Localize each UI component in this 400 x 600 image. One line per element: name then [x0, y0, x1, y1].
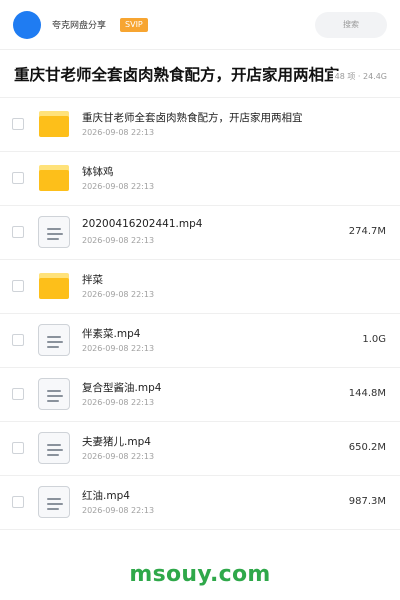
file-name[interactable]: 复合型酱油.mp4 — [82, 380, 161, 395]
select-checkbox[interactable] — [12, 226, 24, 238]
file-size: 144.8M — [348, 388, 386, 399]
file-name[interactable]: 夫妻猪儿.mp4 — [82, 434, 151, 449]
select-checkbox[interactable] — [12, 280, 24, 292]
select-checkbox[interactable] — [12, 334, 24, 346]
file-date: 2026-09-08 22:13 — [82, 506, 155, 515]
file-name[interactable]: 重庆甘老师全套卤肉熟食配方，开店家用两相宜 — [82, 110, 303, 125]
list-item[interactable]: 伴素菜.mp4 2026-09-08 22:13 1.0G — [0, 314, 400, 368]
file-date: 2026-09-08 22:13 — [82, 344, 155, 353]
folder-icon — [38, 108, 70, 140]
file-name[interactable]: 20200416202441.mp4 — [82, 218, 202, 230]
share-meta: 48 项 · 24.4G — [332, 71, 387, 82]
file-icon — [38, 216, 70, 248]
svip-badge: SVIP — [120, 17, 148, 32]
folder-icon — [38, 162, 70, 194]
file-date: 2026-09-08 22:13 — [82, 290, 155, 299]
list-item[interactable]: 夫妻猪儿.mp4 2026-09-08 22:13 650.2M — [0, 422, 400, 476]
share-header: 重庆甘老师全套卤肉熟食配方，开店家用两相宜 48 项 · 24.4G — [0, 50, 400, 98]
file-icon — [38, 432, 70, 464]
footer: msouy.com — [0, 548, 400, 600]
file-name[interactable]: 红油.mp4 — [82, 488, 130, 503]
file-date: 2026-09-08 22:13 — [82, 236, 155, 245]
search-button[interactable]: 搜索 — [315, 11, 387, 38]
file-icon — [38, 486, 70, 518]
file-size: 650.2M — [348, 442, 386, 453]
file-icon — [38, 378, 70, 410]
file-list: 重庆甘老师全套卤肉熟食配方，开店家用两相宜 2026-09-08 22:13 钵… — [0, 98, 400, 530]
file-icon — [38, 324, 70, 356]
list-item[interactable]: 红油.mp4 2026-09-08 22:13 987.3M — [0, 476, 400, 530]
select-checkbox[interactable] — [12, 442, 24, 454]
file-date: 2026-09-08 22:13 — [82, 398, 155, 407]
file-date: 2026-09-08 22:13 — [82, 452, 155, 461]
file-size: 274.7M — [348, 226, 386, 237]
select-checkbox[interactable] — [12, 118, 24, 130]
top-bar: 夸克网盘分享 SVIP 搜索 — [0, 0, 400, 50]
file-name[interactable]: 钵钵鸡 — [82, 164, 114, 179]
list-item[interactable]: 复合型酱油.mp4 2026-09-08 22:13 144.8M — [0, 368, 400, 422]
list-item[interactable]: 20200416202441.mp4 2026-09-08 22:13 274.… — [0, 206, 400, 260]
list-item[interactable]: 拌菜 2026-09-08 22:13 — [0, 260, 400, 314]
list-item[interactable]: 钵钵鸡 2026-09-08 22:13 — [0, 152, 400, 206]
brand-label: 夸克网盘分享 — [52, 21, 107, 31]
list-item[interactable]: 重庆甘老师全套卤肉熟食配方，开店家用两相宜 2026-09-08 22:13 — [0, 98, 400, 152]
file-date: 2026-09-08 22:13 — [82, 128, 155, 137]
select-checkbox[interactable] — [12, 496, 24, 508]
select-checkbox[interactable] — [12, 172, 24, 184]
folder-icon — [38, 270, 70, 302]
file-size: 987.3M — [348, 496, 386, 507]
watermark-text: msouy.com — [129, 561, 271, 587]
page-title: 重庆甘老师全套卤肉熟食配方，开店家用两相宜 — [14, 65, 340, 84]
file-date: 2026-09-08 22:13 — [82, 182, 155, 191]
file-name[interactable]: 拌菜 — [82, 272, 103, 287]
avatar[interactable] — [13, 10, 41, 39]
file-name[interactable]: 伴素菜.mp4 — [82, 326, 140, 341]
file-size: 1.0G — [362, 334, 386, 345]
select-checkbox[interactable] — [12, 388, 24, 400]
